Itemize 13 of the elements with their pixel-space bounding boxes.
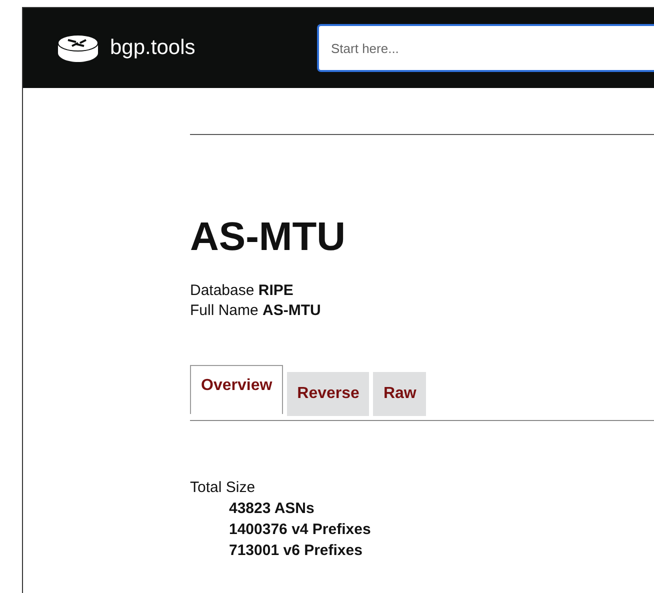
section-label: Total Size bbox=[190, 478, 256, 498]
tab[interactable]: Overview bbox=[190, 365, 284, 414]
size-value: 713001 v6 Prefixes bbox=[228, 541, 364, 561]
field-text: Database RIPE bbox=[190, 281, 294, 301]
site-name[interactable]: bgp.tools bbox=[110, 36, 196, 60]
page-title: AS-MTU bbox=[190, 214, 347, 261]
tab[interactable]: Reverse bbox=[287, 372, 370, 416]
tab[interactable]: Raw bbox=[373, 372, 426, 416]
router-icon bbox=[57, 33, 99, 63]
size-value: 43823 ASNs bbox=[228, 499, 316, 519]
size-value: 1400376 v4 Prefixes bbox=[228, 520, 372, 540]
field-text: Full Name AS-MTU bbox=[190, 301, 322, 321]
search-field[interactable]: Start here... bbox=[317, 24, 654, 72]
